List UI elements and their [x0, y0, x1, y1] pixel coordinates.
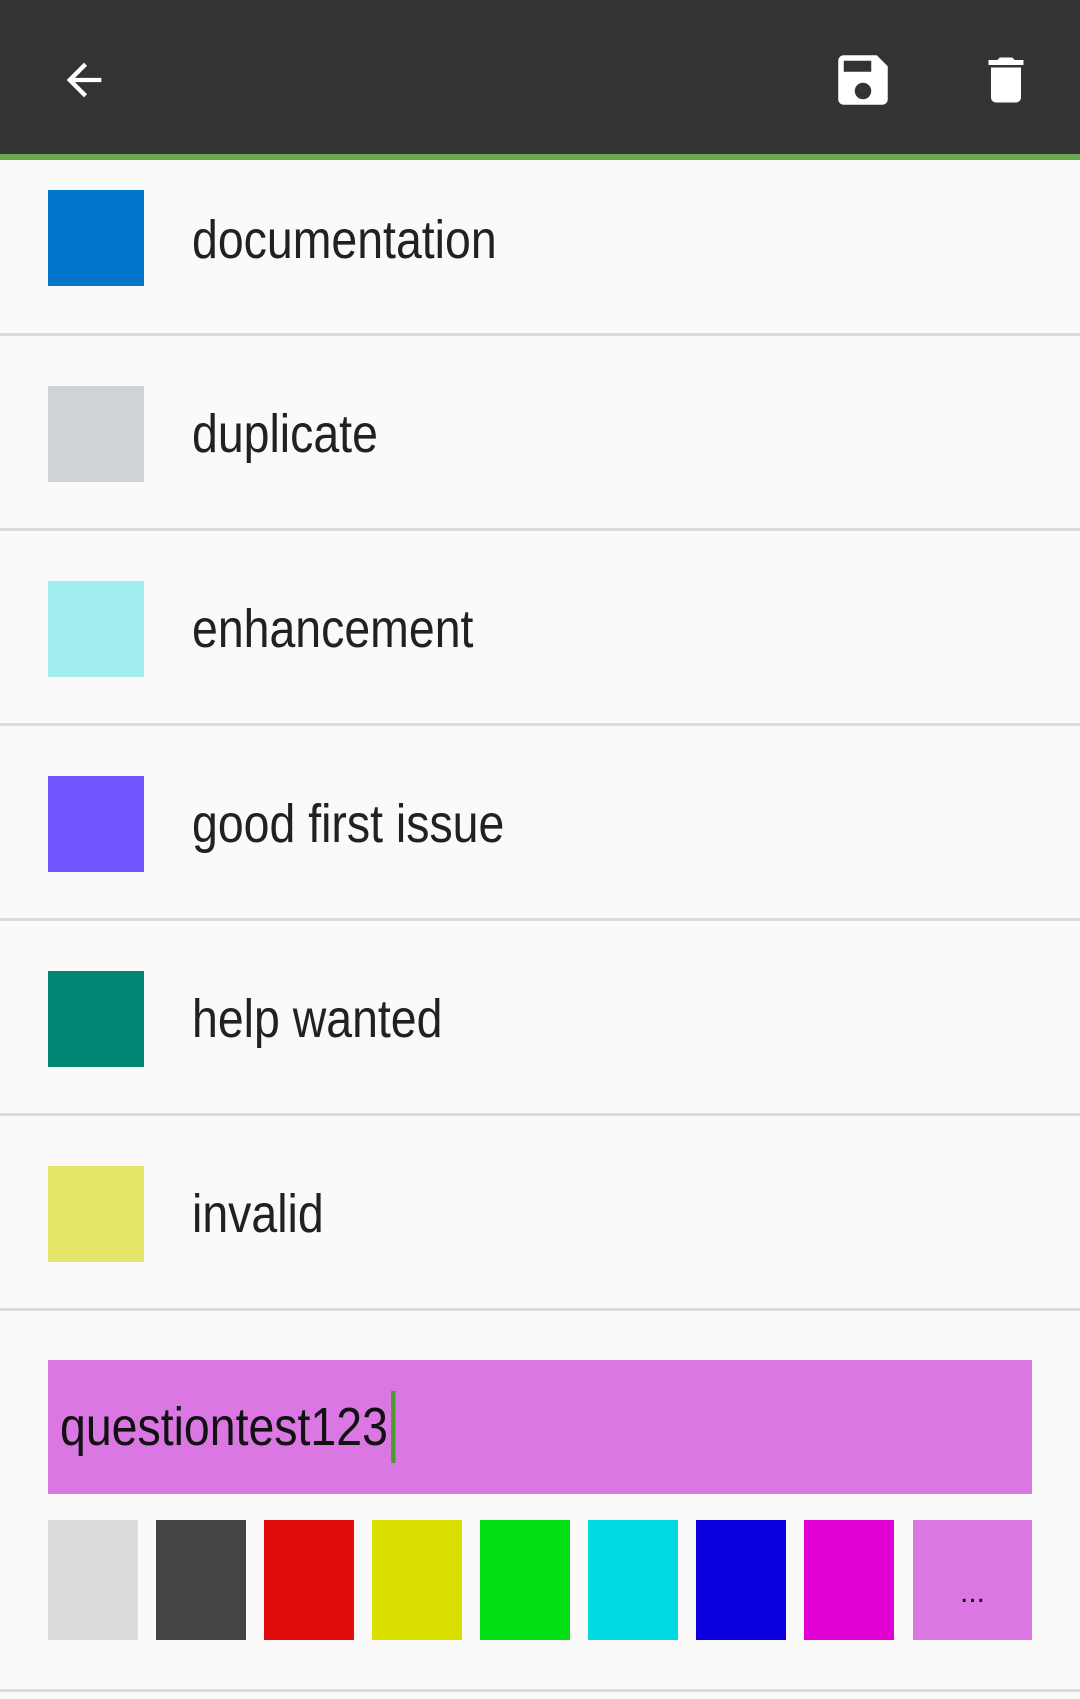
label-name: help wanted	[192, 989, 443, 1049]
more-colors-button[interactable]: ...	[913, 1520, 1032, 1640]
label-color-swatch	[48, 971, 144, 1067]
label-color-swatch	[48, 386, 144, 482]
label-name: invalid	[192, 1184, 324, 1244]
label-name-value: questiontest123	[60, 1391, 396, 1463]
color-option-green[interactable]	[480, 1520, 570, 1640]
label-item-invalid[interactable]: invalid	[0, 1116, 1080, 1311]
color-option-dark-gray[interactable]	[156, 1520, 246, 1640]
label-name: good first issue	[192, 794, 505, 854]
label-item-duplicate[interactable]: duplicate	[0, 336, 1080, 531]
label-item-documentation[interactable]: documentation	[0, 160, 1080, 336]
label-color-swatch	[48, 581, 144, 677]
label-name-input[interactable]: questiontest123	[48, 1360, 1032, 1494]
label-name: enhancement	[192, 599, 474, 659]
color-palette: ...	[48, 1520, 1032, 1640]
color-option-blue[interactable]	[696, 1520, 786, 1640]
top-app-bar	[0, 0, 1080, 160]
new-label-editor: questiontest123 ...	[0, 1312, 1080, 1692]
labels-list: documentation duplicate enhancement good…	[0, 160, 1080, 1311]
trash-icon	[988, 57, 1024, 103]
label-color-swatch	[48, 1166, 144, 1262]
label-item-good-first-issue[interactable]: good first issue	[0, 726, 1080, 921]
label-name: documentation	[192, 210, 497, 270]
text-caret	[391, 1391, 396, 1463]
more-colors-label: ...	[959, 1576, 985, 1609]
back-button[interactable]	[44, 40, 124, 120]
label-item-enhancement[interactable]: enhancement	[0, 531, 1080, 726]
save-button[interactable]	[823, 40, 903, 120]
label-item-help-wanted[interactable]: help wanted	[0, 921, 1080, 1116]
color-option-red[interactable]	[264, 1520, 354, 1640]
color-option-cyan[interactable]	[588, 1520, 678, 1640]
color-option-yellow[interactable]	[372, 1520, 462, 1640]
label-color-swatch	[48, 776, 144, 872]
label-color-swatch	[48, 190, 144, 286]
delete-button[interactable]	[966, 40, 1046, 120]
color-option-magenta[interactable]	[804, 1520, 894, 1640]
label-name: duplicate	[192, 404, 378, 464]
color-option-light-gray[interactable]	[48, 1520, 138, 1640]
label-name-text: questiontest123	[60, 1397, 388, 1457]
floppy-disk-icon	[838, 55, 888, 105]
arrow-left-icon	[66, 62, 102, 98]
